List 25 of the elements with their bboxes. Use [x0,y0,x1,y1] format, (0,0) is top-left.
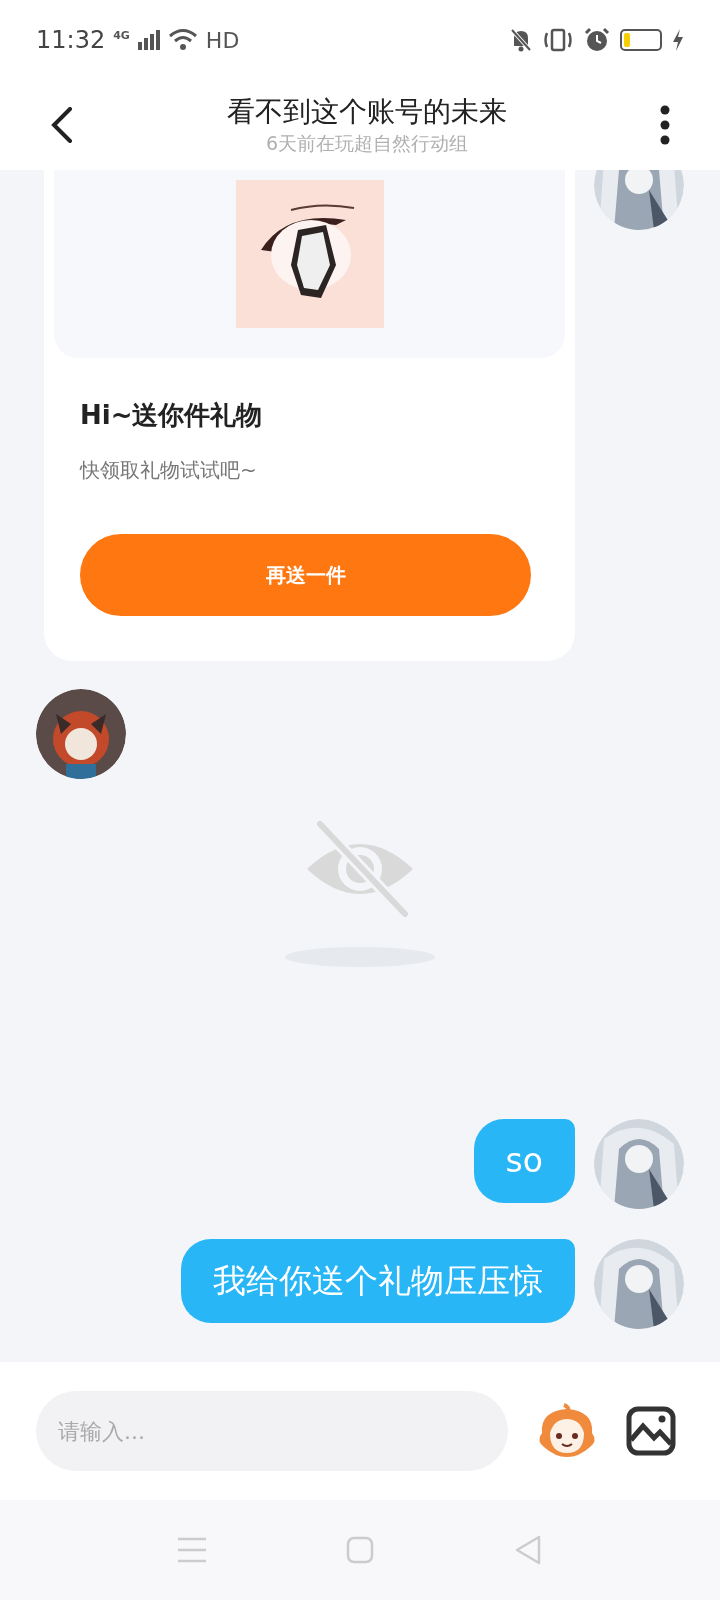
signal-icon [137,30,160,50]
image-icon[interactable] [626,1406,676,1456]
status-time: 11:32 [36,25,106,56]
mute-icon [510,28,532,52]
gift-title: Hi~送你件礼物 [80,399,264,432]
avatar[interactable] [36,689,126,779]
wifi-icon [167,28,198,52]
hidden-image-icon [285,819,435,969]
network-type: 4G [113,29,130,41]
message-bubble: 我给你送个礼物压压惊 [181,1239,575,1323]
more-icon[interactable] [660,105,670,145]
gift-card[interactable]: Hi~送你件礼物 快领取礼物试试吧~ 再送一件 [44,170,575,661]
chat-subtitle: 6天前在玩超自然行动组 [265,131,469,156]
back-icon[interactable] [50,107,74,143]
vibrate-icon [542,28,574,52]
charging-icon [672,29,684,51]
alarm-icon [584,27,610,53]
message-input[interactable]: 请输入... [36,1391,508,1471]
avatar[interactable] [594,1119,684,1209]
chat-title: 看不到这个账号的未来 [227,94,507,130]
wifi-label: HD [205,26,240,55]
avatar[interactable] [594,1239,684,1329]
battery-icon [620,29,662,51]
message-bubble: so [473,1119,575,1203]
gift-subtitle: 快领取礼物试试吧~ [80,457,258,484]
